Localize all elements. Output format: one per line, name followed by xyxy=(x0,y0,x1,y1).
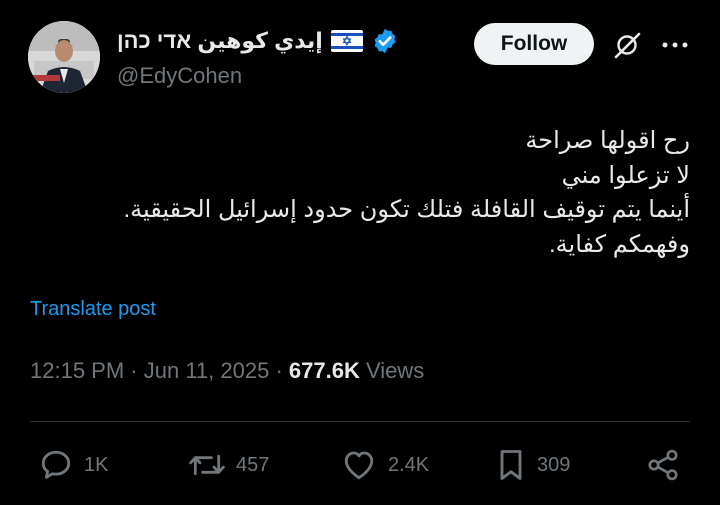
israel-flag-icon xyxy=(330,30,363,52)
tweet-line: أينما يتم توقيف القافلة فتلك تكون حدود إ… xyxy=(123,196,690,223)
repost-button[interactable]: 457 xyxy=(188,446,269,484)
share-button[interactable] xyxy=(645,446,681,484)
author-handle[interactable]: @EdyCohen xyxy=(117,63,242,89)
views-count[interactable]: 677.6K xyxy=(289,358,360,383)
author-display-name[interactable]: إيدي كوهين אדי כהן xyxy=(117,28,323,54)
more-icon[interactable] xyxy=(660,38,690,52)
follow-button[interactable]: Follow xyxy=(474,23,594,65)
like-button[interactable]: 2.4K xyxy=(340,446,429,484)
avatar-photo xyxy=(28,21,100,93)
translate-post-link[interactable]: Translate post xyxy=(30,298,156,321)
tweet-line: رح اقولها صراحة xyxy=(525,127,690,154)
bookmark-icon xyxy=(500,450,522,480)
share-icon xyxy=(648,449,678,481)
tweet-date[interactable]: Jun 11, 2025 xyxy=(144,358,270,383)
tweet-meta: 12:15 PM · Jun 11, 2025 · 677.6K Views xyxy=(30,358,424,384)
tweet-line: لا تزعلوا مني xyxy=(561,161,690,189)
meta-separator: · xyxy=(269,358,289,383)
reply-icon xyxy=(41,450,71,479)
bookmark-count: 309 xyxy=(537,453,571,476)
grok-icon[interactable] xyxy=(612,30,642,60)
meta-separator: · xyxy=(124,358,144,383)
tweet-line: وفهمكم كفاية. xyxy=(549,230,690,258)
repost-count: 457 xyxy=(236,453,270,476)
divider xyxy=(30,421,690,422)
reply-button[interactable]: 1K xyxy=(38,446,108,484)
tweet-text: رح اقولها صراحة لا تزعلوا مني أينما يتم … xyxy=(30,124,690,262)
tweet-time[interactable]: 12:15 PM xyxy=(30,358,124,383)
like-count: 2.4K xyxy=(388,453,430,476)
views-label: Views xyxy=(365,358,425,383)
repost-icon xyxy=(189,454,225,476)
verified-badge-icon[interactable] xyxy=(371,27,399,55)
avatar[interactable] xyxy=(28,21,100,93)
bookmark-button[interactable]: 309 xyxy=(495,446,570,484)
heart-icon xyxy=(344,451,374,480)
reply-count: 1K xyxy=(84,453,109,476)
author-name-row[interactable]: إيدي كوهين אדי כהן xyxy=(117,26,399,56)
